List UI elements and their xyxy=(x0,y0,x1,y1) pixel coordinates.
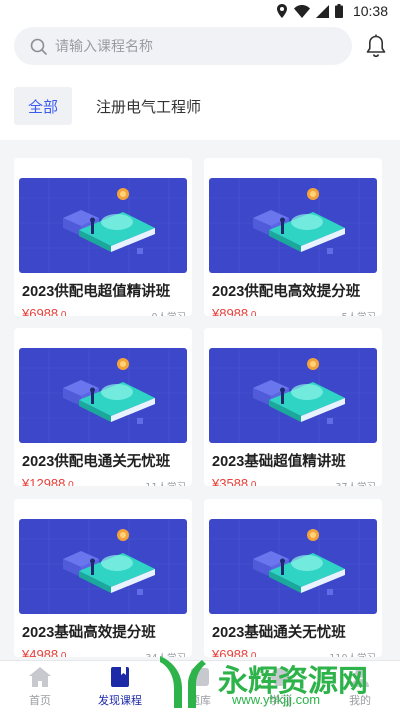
course-card[interactable]: 2023基础高效提分班 ¥4988.0 34人学习 xyxy=(14,499,192,657)
nav-profile[interactable]: 我的 xyxy=(320,661,400,712)
course-title: 2023供配电超值精讲班 xyxy=(22,284,171,300)
course-card[interactable]: 2023供配电通关无忧班 ¥12988.0 11人学习 xyxy=(14,328,192,486)
search-input[interactable]: 请输入课程名称 xyxy=(14,27,352,65)
course-thumbnail-illustration xyxy=(19,519,187,614)
learner-count: 11人学习 xyxy=(145,479,186,486)
nav-home[interactable]: 首页 xyxy=(0,661,80,712)
bell-icon xyxy=(366,34,386,58)
location-icon xyxy=(276,4,287,18)
nav-question-bank[interactable]: 题库 xyxy=(160,661,240,712)
tab-all[interactable]: 全部 xyxy=(14,87,73,125)
learner-count: 110人学习 xyxy=(329,650,376,657)
price-main: ¥4988 xyxy=(22,647,59,657)
battery-icon xyxy=(334,4,343,18)
price-main: ¥8988 xyxy=(212,306,249,316)
learner-count: 0人学习 xyxy=(151,309,186,316)
price-decimal: .0 xyxy=(248,651,257,657)
course-title: 2023供配电高效提分班 xyxy=(212,284,361,300)
course-thumbnail xyxy=(209,178,377,273)
price-main: ¥6988 xyxy=(212,647,249,657)
nav-home-label: 首页 xyxy=(29,693,51,707)
notification-button[interactable] xyxy=(362,32,390,60)
price-decimal: .0 xyxy=(248,480,257,486)
learner-count: 5人学习 xyxy=(341,309,376,316)
status-bar: 10:38 xyxy=(0,0,400,22)
search-placeholder: 请输入课程名称 xyxy=(55,39,153,55)
search-icon xyxy=(30,38,47,55)
course-card[interactable]: 2023供配电超值精讲班 ¥6988.0 0人学习 xyxy=(14,158,192,316)
price-decimal: .0 xyxy=(58,310,67,316)
course-title: 2023基础超值精讲班 xyxy=(212,454,346,470)
price-decimal: .0 xyxy=(248,310,257,316)
course-thumbnail xyxy=(19,348,187,443)
question-bank-icon xyxy=(191,667,209,686)
book-icon xyxy=(111,666,129,687)
course-price: ¥4988.0 xyxy=(22,647,67,657)
course-thumbnail-illustration xyxy=(19,348,187,443)
nav-profile-label: 我的 xyxy=(349,693,371,707)
tab-electrical-engineer[interactable]: 注册电气工程师 xyxy=(96,87,201,125)
nav-discover-courses[interactable]: 发现课程 xyxy=(80,661,160,712)
price-main: ¥6988 xyxy=(22,306,59,316)
course-thumbnail xyxy=(19,519,187,614)
course-thumbnail xyxy=(209,519,377,614)
nav-study-label: 学习 xyxy=(269,693,291,707)
nav-discover-label: 发现课程 xyxy=(98,693,142,707)
course-thumbnail-illustration xyxy=(19,178,187,273)
price-decimal: .0 xyxy=(65,480,74,486)
price-decimal: .0 xyxy=(58,651,67,657)
course-card[interactable]: 2023供配电高效提分班 ¥8988.0 5人学习 xyxy=(204,158,382,316)
course-card[interactable]: 2023基础通关无忧班 ¥6988.0 110人学习 xyxy=(204,499,382,657)
bottom-nav: 首页 发现课程 题库 学习 我的 xyxy=(0,660,400,712)
course-title: 2023基础通关无忧班 xyxy=(212,625,346,641)
clock: 10:38 xyxy=(352,3,388,19)
learner-count: 37人学习 xyxy=(335,479,376,486)
wifi-icon xyxy=(293,4,310,18)
course-thumbnail-illustration xyxy=(209,519,377,614)
category-tabs: 全部 注册电气工程师 xyxy=(14,87,201,125)
price-main: ¥3588 xyxy=(212,476,249,486)
course-price: ¥12988.0 xyxy=(22,476,74,486)
study-icon xyxy=(271,667,289,686)
price-main: ¥12988 xyxy=(22,476,66,486)
learner-count: 34人学习 xyxy=(145,650,186,657)
signal-icon xyxy=(315,4,329,18)
profile-icon xyxy=(351,667,369,687)
course-thumbnail-illustration xyxy=(209,178,377,273)
nav-study[interactable]: 学习 xyxy=(240,661,320,712)
course-price: ¥8988.0 xyxy=(212,306,257,316)
course-price: ¥6988.0 xyxy=(212,647,257,657)
course-thumbnail xyxy=(19,178,187,273)
course-thumbnail-illustration xyxy=(209,348,377,443)
nav-question-bank-label: 题库 xyxy=(189,693,211,707)
home-icon xyxy=(29,666,51,687)
course-price: ¥3588.0 xyxy=(212,476,257,486)
course-title: 2023供配电通关无忧班 xyxy=(22,454,171,470)
course-title: 2023基础高效提分班 xyxy=(22,625,156,641)
course-price: ¥6988.0 xyxy=(22,306,67,316)
course-thumbnail xyxy=(209,348,377,443)
course-card[interactable]: 2023基础超值精讲班 ¥3588.0 37人学习 xyxy=(204,328,382,486)
